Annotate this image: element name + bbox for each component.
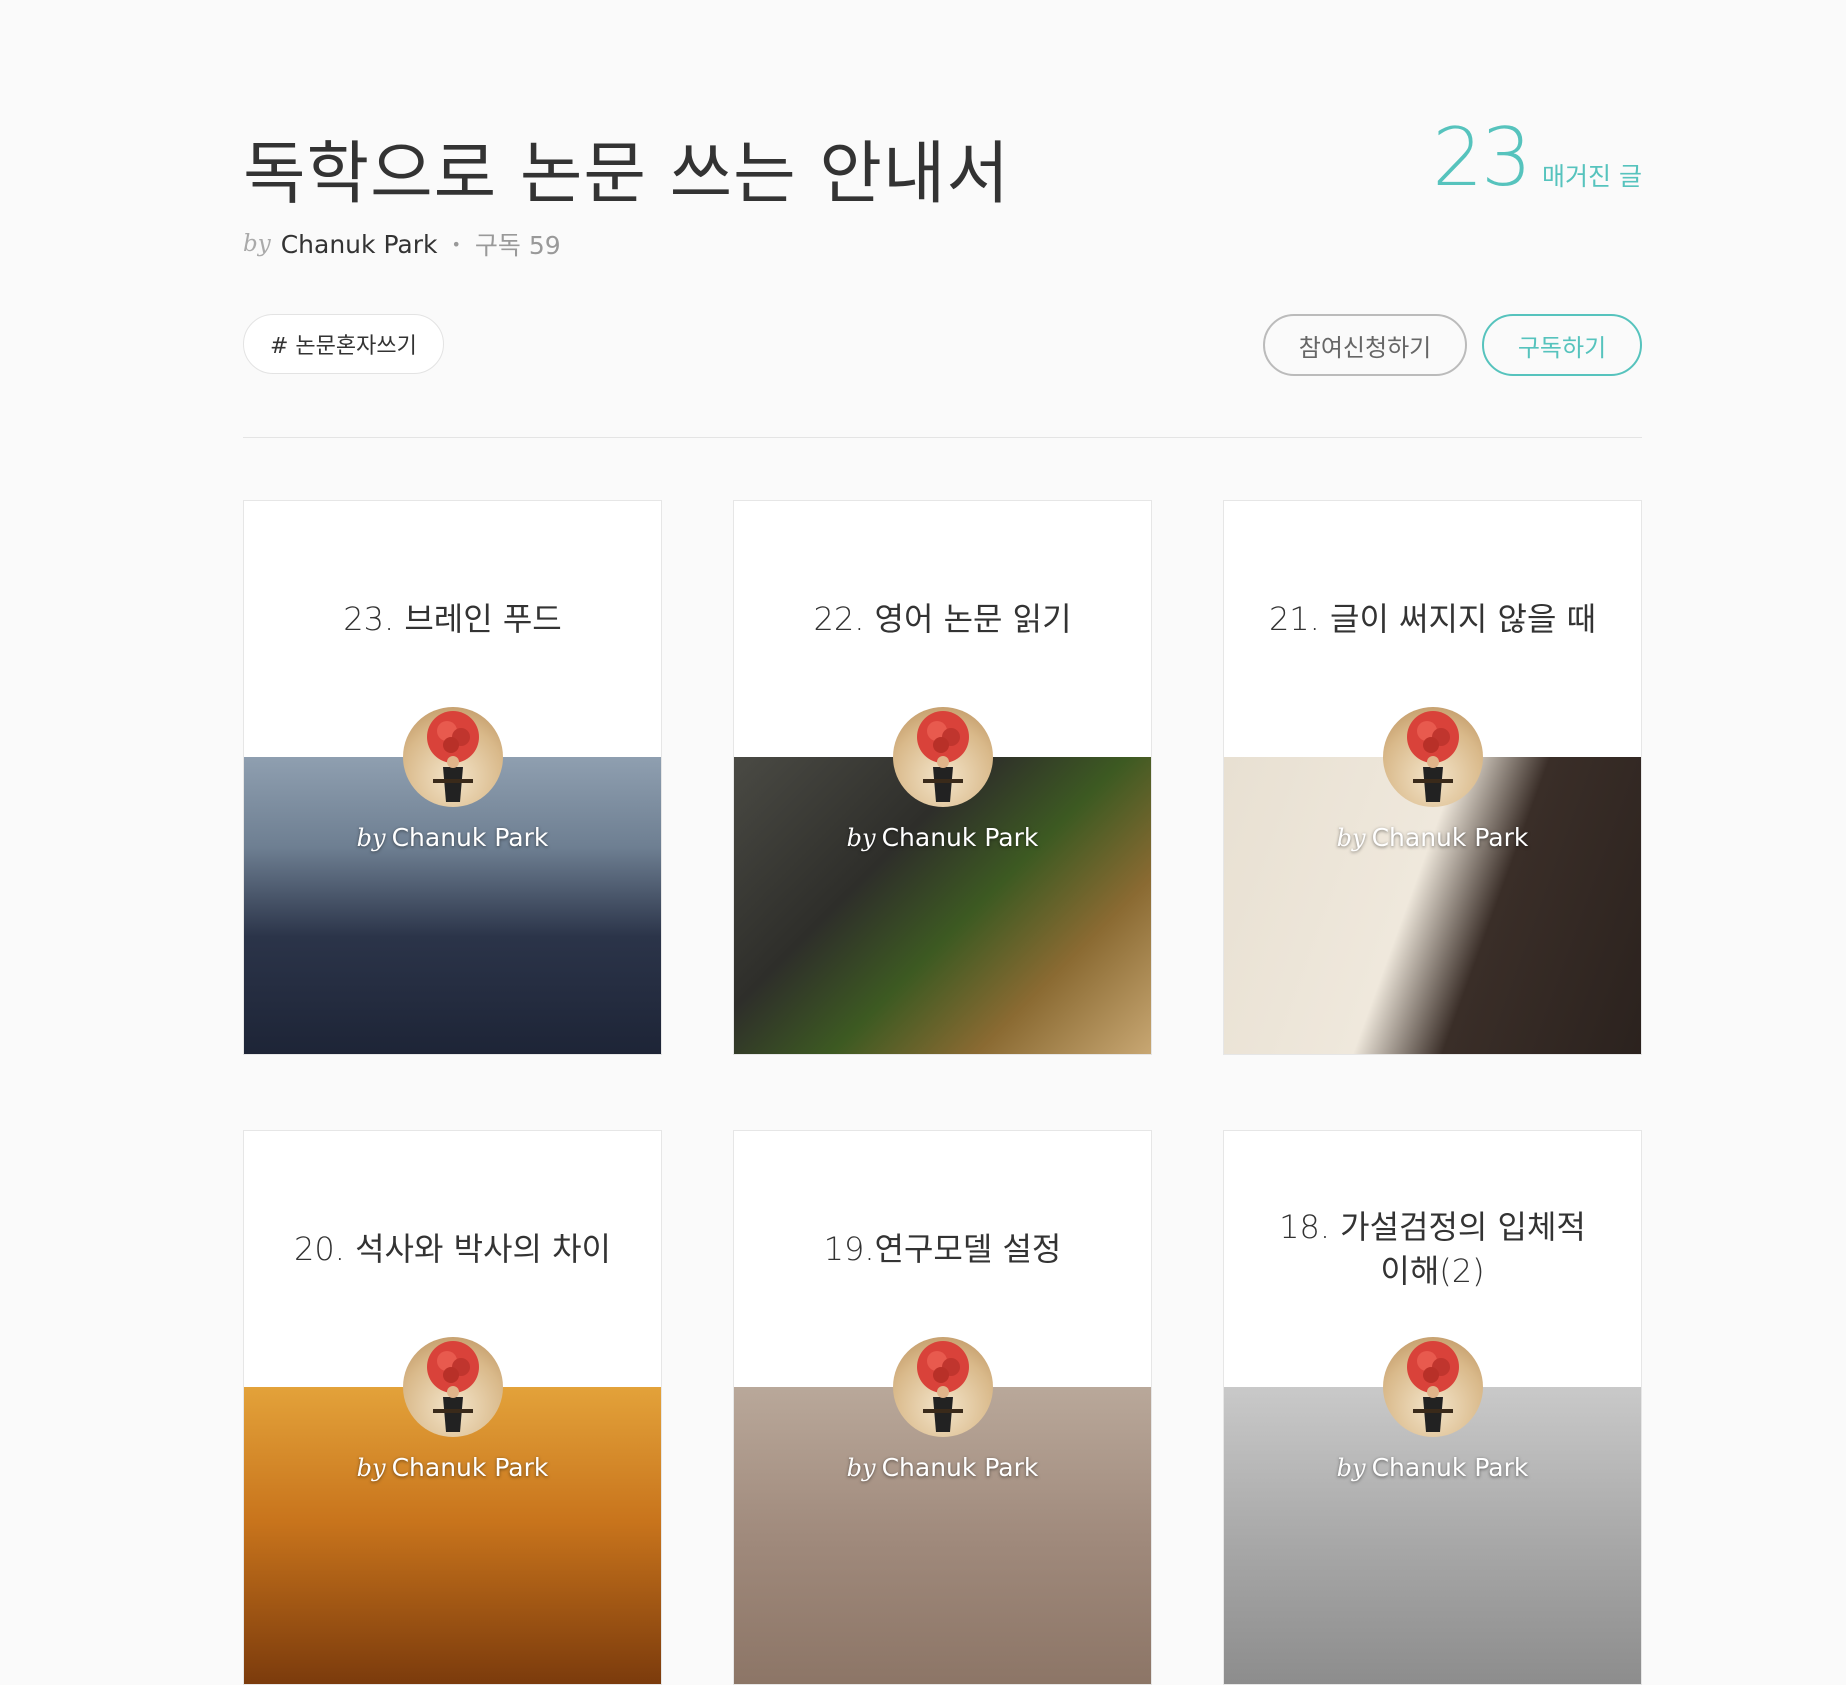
- article-author: Chanuk Park: [881, 823, 1039, 852]
- article-card[interactable]: 23. 브레인 푸드 by Chanuk Park: [243, 500, 662, 1055]
- subscribe-button[interactable]: 구독하기: [1482, 314, 1642, 376]
- article-count-label: 매거진 글: [1542, 162, 1642, 191]
- author-avatar: [892, 707, 993, 807]
- article-card[interactable]: 20. 석사와 박사의 차이 by Chanuk Park: [243, 1130, 662, 1685]
- article-byline: by Chanuk Park: [1224, 1453, 1641, 1482]
- article-byline: by Chanuk Park: [244, 1453, 661, 1482]
- article-author: Chanuk Park: [391, 1453, 549, 1482]
- article-card[interactable]: 18. 가설검정의 입체적 이해(2) by Chanuk Park: [1223, 1130, 1642, 1685]
- author-avatar: [1382, 1337, 1483, 1437]
- article-byline: by Chanuk Park: [1224, 823, 1641, 852]
- author-avatar: [892, 1337, 993, 1437]
- article-byline: by Chanuk Park: [734, 823, 1151, 852]
- keyword-tag[interactable]: # 논문혼자쓰기: [243, 314, 444, 374]
- by-label: by: [243, 231, 271, 257]
- divider: [243, 437, 1642, 438]
- article-count: 23 매거진 글: [1432, 118, 1642, 198]
- byline: by Chanuk Park • 구독 59: [243, 226, 561, 262]
- by-label: by: [1336, 824, 1366, 852]
- author-link[interactable]: Chanuk Park: [281, 230, 438, 259]
- rose-avatar-icon: [426, 1341, 479, 1432]
- by-label: by: [846, 1454, 876, 1482]
- by-label: by: [356, 1454, 386, 1482]
- article-count-number: 23: [1432, 111, 1532, 204]
- by-label: by: [846, 824, 876, 852]
- rose-avatar-icon: [426, 711, 479, 802]
- article-byline: by Chanuk Park: [244, 823, 661, 852]
- article-card[interactable]: 21. 글이 써지지 않을 때 by Chanuk Park: [1223, 500, 1642, 1055]
- rose-avatar-icon: [1406, 1341, 1459, 1432]
- separator-dot: •: [451, 234, 461, 254]
- by-label: by: [1336, 1454, 1366, 1482]
- apply-button[interactable]: 참여신청하기: [1263, 314, 1467, 376]
- rose-avatar-icon: [916, 711, 969, 802]
- article-author: Chanuk Park: [1371, 1453, 1529, 1482]
- article-byline: by Chanuk Park: [734, 1453, 1151, 1482]
- article-author: Chanuk Park: [391, 823, 549, 852]
- magazine-title: 독학으로 논문 쓰는 안내서: [243, 135, 1011, 214]
- rose-avatar-icon: [1406, 711, 1459, 802]
- rose-avatar-icon: [916, 1341, 969, 1432]
- article-author: Chanuk Park: [881, 1453, 1039, 1482]
- author-avatar: [1382, 707, 1483, 807]
- author-avatar: [402, 707, 503, 807]
- subscriber-count: 구독 59: [474, 231, 561, 260]
- by-label: by: [356, 824, 386, 852]
- author-avatar: [402, 1337, 503, 1437]
- article-card[interactable]: 22. 영어 논문 읽기 by Chanuk Park: [733, 500, 1152, 1055]
- article-card[interactable]: 19.연구모델 설정 by Chanuk Park: [733, 1130, 1152, 1685]
- article-author: Chanuk Park: [1371, 823, 1529, 852]
